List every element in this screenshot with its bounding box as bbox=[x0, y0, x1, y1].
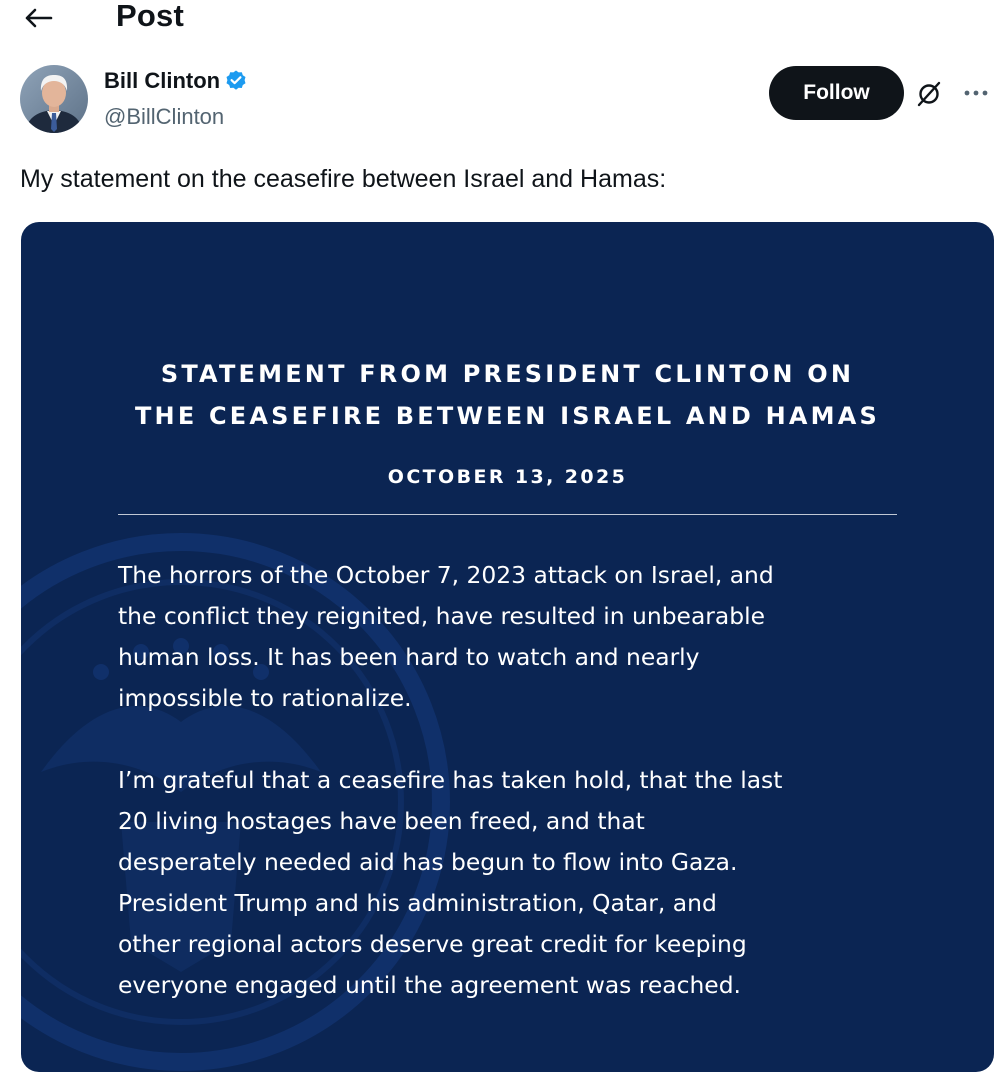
author-name-row: Bill Clinton bbox=[104, 68, 248, 94]
avatar[interactable] bbox=[20, 65, 88, 133]
paragraph-line: the conflict they reignited, have result… bbox=[118, 602, 765, 630]
statement-date: OCTOBER 13, 2025 bbox=[387, 466, 628, 488]
paragraph-line: I’m grateful that a ceasefire has taken … bbox=[118, 766, 783, 794]
post-text: My statement on the ceasefire between Is… bbox=[20, 165, 667, 193]
post-header: Post bbox=[0, 0, 1000, 48]
statement-paragraph-1: The horrors of the October 7, 2023 attac… bbox=[118, 555, 918, 719]
paragraph-line: desperately needed aid has begun to flow… bbox=[118, 848, 738, 876]
grok-icon[interactable] bbox=[914, 78, 944, 108]
paragraph-line: 20 living hostages have been freed, and … bbox=[118, 807, 645, 835]
statement-title-line-1: STATEMENT FROM PRESIDENT CLINTON ON bbox=[160, 360, 855, 388]
arrow-left-icon bbox=[25, 8, 53, 28]
follow-button[interactable]: Follow bbox=[769, 66, 904, 120]
divider bbox=[118, 514, 897, 515]
paragraph-line: human loss. It has been hard to watch an… bbox=[118, 643, 700, 671]
paragraph-line: President Trump and his administration, … bbox=[118, 889, 717, 917]
back-button[interactable] bbox=[18, 0, 58, 36]
paragraph-line: everyone engaged until the agreement was… bbox=[118, 971, 741, 999]
statement-title-line-2: THE CEASEFIRE BETWEEN ISRAEL AND HAMAS bbox=[134, 402, 881, 430]
page-title: Post bbox=[116, 0, 184, 33]
statement-paragraph-2: I’m grateful that a ceasefire has taken … bbox=[118, 760, 918, 1006]
paragraph-line: impossible to rationalize. bbox=[118, 684, 412, 712]
statement-image[interactable]: STATEMENT FROM PRESIDENT CLINTON ON THE … bbox=[21, 222, 994, 1072]
more-icon[interactable] bbox=[958, 78, 994, 108]
paragraph-line: other regional actors deserve great cred… bbox=[118, 930, 747, 958]
author-name[interactable]: Bill Clinton bbox=[104, 68, 220, 94]
author-handle[interactable]: @BillClinton bbox=[104, 104, 224, 130]
verified-badge-icon bbox=[226, 70, 246, 90]
paragraph-line: The horrors of the October 7, 2023 attac… bbox=[118, 561, 774, 589]
